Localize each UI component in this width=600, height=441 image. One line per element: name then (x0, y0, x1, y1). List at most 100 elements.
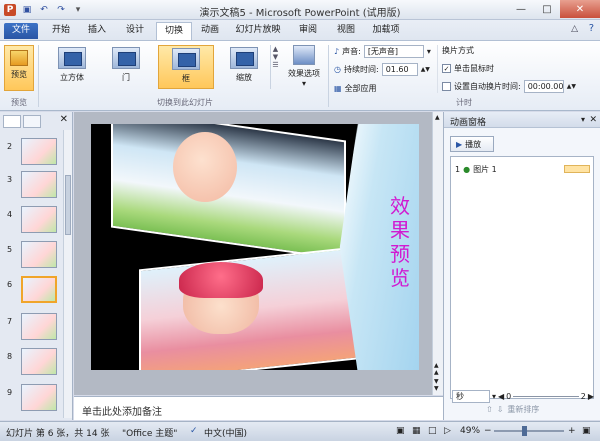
animation-item-index: 1 (455, 164, 461, 174)
tab-design[interactable]: 设计 (118, 22, 152, 40)
ribbon: 预览 预览 立方体 门 框 缩放 ▲ ▼ ☰ 效果选项 ▾ 切换到此幻灯片 ♪ 声音:… (0, 40, 600, 111)
animation-item-name: 图片 1 (473, 164, 497, 174)
slideshow-view-icon[interactable]: ▷ (444, 426, 451, 436)
ribbon-collapse-icon[interactable]: △ (571, 24, 578, 34)
tab-slideshow[interactable]: 幻灯片放映 (230, 22, 286, 40)
on-click-row: ✓ 单击鼠标时 (442, 63, 494, 74)
tab-home[interactable]: 开始 (45, 22, 77, 40)
after-spinner-icon[interactable]: ▲▼ (567, 83, 576, 90)
duration-label: 持续时间: (343, 65, 379, 74)
next-slide-icon[interactable]: ▼ ▼ (434, 378, 439, 392)
close-button[interactable]: ✕ (560, 0, 600, 18)
status-bar: 幻灯片 第 6 张，共 14 张 "Office 主题" ✓ 中文(中国) ▣ … (0, 421, 600, 441)
slide-thumbnail[interactable] (21, 241, 57, 268)
close-animation-pane-icon[interactable]: ✕ (589, 115, 597, 125)
tab-addins[interactable]: 加载项 (366, 22, 406, 40)
move-down-icon[interactable]: ⇩ (497, 405, 504, 414)
play-icon: ▶ (456, 139, 463, 149)
sound-icon: ♪ (334, 47, 340, 56)
slide-scrollbar[interactable]: ▲ ▲ ▲ ▼ ▼ (432, 112, 443, 395)
prev-slide-icon[interactable]: ▲ ▲ (434, 362, 439, 376)
apply-all-icon: ▦ (334, 84, 342, 93)
move-up-icon[interactable]: ⇧ (486, 405, 493, 414)
timeline-controls: 秒 ▾ ◀ 0 2 ▶ (452, 389, 594, 403)
apply-all-button[interactable]: ▦ 全部应用 (334, 83, 377, 94)
transition-door[interactable]: 门 (104, 47, 148, 85)
transition-cube[interactable]: 立方体 (50, 47, 94, 85)
minimize-button[interactable]: — (508, 0, 534, 18)
zoom-level[interactable]: 49% (460, 426, 480, 436)
spell-check-icon[interactable]: ✓ (190, 426, 198, 436)
baby-face-top (173, 132, 237, 202)
zoom-slider-thumb[interactable] (522, 426, 527, 436)
timeline-prev-icon[interactable]: ◀ (498, 392, 504, 401)
outline-tab[interactable] (23, 115, 41, 128)
play-button-label: 播放 (465, 139, 482, 149)
pane-menu-icon[interactable]: ▾ (581, 115, 585, 124)
duration-spinner-icon[interactable]: ▲▼ (421, 66, 430, 73)
notes-pane[interactable]: 单击此处添加备注 (74, 396, 443, 420)
language[interactable]: 中文(中国) (204, 426, 247, 439)
reading-view-icon[interactable]: □ (428, 426, 437, 436)
transition-box[interactable]: 框 (158, 45, 214, 89)
slide-thumbnail[interactable] (21, 206, 57, 233)
zoom-slider[interactable] (494, 430, 564, 432)
current-slide[interactable]: 效果预览 (91, 124, 419, 370)
slide-sorter-icon[interactable]: ▦ (412, 426, 421, 436)
animation-list: 1 ● 图片 1 (450, 156, 594, 399)
gallery-scroll[interactable]: ▲ ▼ ☰ (270, 45, 280, 89)
advance-title: 换片方式 (442, 46, 474, 55)
tab-review[interactable]: 审阅 (292, 22, 324, 40)
fit-to-window-icon[interactable]: ▣ (582, 426, 591, 436)
duration-icon: ◷ (334, 65, 341, 74)
tab-view[interactable]: 视图 (330, 22, 362, 40)
preview-button-label: 预览 (11, 70, 27, 79)
play-button[interactable]: ▶ 播放 (450, 136, 494, 152)
timing-group-label: 计时 (456, 98, 472, 107)
zoom-in-icon[interactable]: + (568, 426, 576, 436)
thumbnail-scrollbar[interactable] (63, 130, 72, 418)
slide-thumbnail[interactable] (21, 348, 57, 375)
slide-thumbnail[interactable] (21, 171, 57, 198)
animation-pane: 动画窗格 ▾ ✕ ▶ 播放 1 ● 图片 1 秒 ▾ ◀ 0 2 ▶ ⇧ ⇩ 重… (443, 112, 600, 420)
thumbnail-number: 8 (7, 352, 13, 361)
slides-tab[interactable] (3, 115, 21, 128)
title-bar: P ▣ ↶ ↷ ▾ 演示文稿5 - Microsoft PowerPoint (… (0, 0, 600, 20)
on-click-checkbox[interactable]: ✓ (442, 64, 451, 73)
slide-thumbnail-pane: ✕ 2 3 4 5 6 7 8 9 (0, 112, 73, 420)
thumbnail-scroll-thumb[interactable] (65, 175, 71, 235)
normal-view-icon[interactable]: ▣ (396, 426, 405, 436)
reorder-label: 重新排序 (507, 405, 540, 414)
slide-thumbnail-selected[interactable] (21, 276, 57, 303)
tab-animations[interactable]: 动画 (194, 22, 226, 40)
effect-options-button[interactable]: 效果选项 ▾ (284, 45, 324, 101)
after-time-input[interactable]: 00:00.00 (523, 80, 564, 93)
preview-button[interactable]: 预览 (4, 45, 34, 91)
close-pane-icon[interactable]: ✕ (60, 114, 68, 125)
door-transition-icon (112, 47, 140, 69)
seconds-select[interactable]: 秒 (452, 389, 490, 403)
transition-zoom[interactable]: 缩放 (222, 47, 266, 85)
timeline-next-icon[interactable]: ▶ (588, 392, 594, 401)
duration-input[interactable]: 01.60 (381, 63, 418, 76)
zoom-out-icon[interactable]: − (484, 426, 492, 436)
seconds-dropdown-icon[interactable]: ▾ (492, 392, 496, 401)
tab-transitions[interactable]: 切换 (156, 22, 192, 40)
slide-thumbnail[interactable] (21, 313, 57, 340)
maximize-button[interactable]: □ (534, 0, 560, 18)
help-icon[interactable]: ? (589, 23, 594, 34)
sound-dropdown-icon[interactable]: ▾ (427, 47, 431, 56)
animation-item[interactable]: 1 ● 图片 1 (455, 163, 590, 175)
scroll-up-icon[interactable]: ▲ (435, 114, 440, 121)
transition-box-label: 框 (182, 74, 190, 83)
reorder-controls: ⇧ ⇩ 重新排序 (486, 404, 539, 415)
animation-effect-icon: ● (463, 164, 471, 174)
slide-vertical-text[interactable]: 效果预览 (389, 194, 411, 290)
sound-select[interactable]: [无声音] (363, 45, 424, 58)
tab-insert[interactable]: 插入 (80, 22, 114, 40)
after-checkbox[interactable] (442, 82, 451, 91)
slide-thumbnail[interactable] (21, 384, 57, 411)
theme-name[interactable]: "Office 主题" (122, 426, 177, 439)
tab-file[interactable]: 文件 (4, 23, 38, 39)
slide-thumbnail[interactable] (21, 138, 57, 165)
